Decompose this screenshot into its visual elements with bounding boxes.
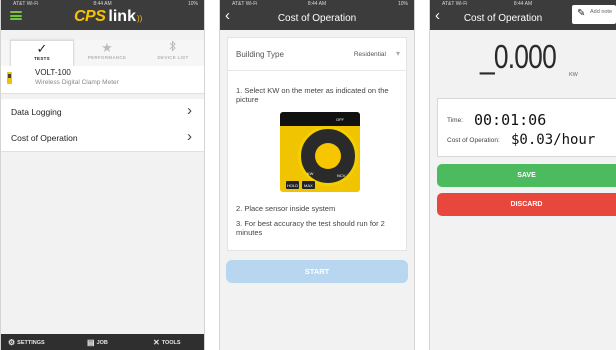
device-description: Wireless Digital Clamp Meter: [35, 79, 119, 86]
add-note-label: Add note: [590, 9, 613, 15]
page-title: Cost of Operation: [277, 13, 357, 24]
status-carrier: AT&T Wi-Fi: [232, 1, 258, 7]
meter-hold-button: HOLD: [286, 181, 299, 189]
bottom-nav-tools[interactable]: ✕ TOOLS: [153, 338, 181, 347]
status-battery: 10%: [187, 1, 198, 7]
instructions-card: Building Type Residential ▾ 1. Select KW…: [227, 37, 407, 251]
reading-value: _0.000: [480, 38, 557, 75]
app-logo: CPS link)): [74, 8, 142, 26]
menu-item-label: Cost of Operation: [11, 133, 78, 143]
chevron-right-icon: ›: [187, 102, 192, 119]
tab-tests[interactable]: ✓ TESTS: [10, 40, 74, 67]
tools-icon: ✕: [153, 338, 160, 347]
building-type-label: Building Type: [236, 50, 284, 59]
phone-screen-menu: AT&T Wi-Fi 8:44 AM 10% CPS link)) ✓ TESTS…: [0, 0, 205, 350]
navbar: AT&T Wi-Fi 8:44 AM 10% CPS link)): [1, 0, 204, 30]
bottom-nav-label: TOOLS: [161, 340, 181, 346]
power-reading: _0.000 KW: [480, 38, 578, 78]
phone-screen-cost-setup: AT&T Wi-Fi 8:44 AM 10% ‹ Cost of Operati…: [219, 0, 415, 350]
menu-item-cost-of-operation[interactable]: Cost of Operation ›: [1, 125, 204, 152]
bottom-nav-settings[interactable]: ⚙ SETTINGS: [8, 338, 45, 347]
tab-label: DEVICE LIST: [157, 55, 189, 60]
navbar: AT&T Wi-Fi 8:44 AM 10% ‹ Cost of Operati…: [220, 0, 414, 30]
navbar: AT&T Wi-Fi 8:44 AM ‹ Cost of Operation ✎…: [430, 0, 616, 30]
save-button[interactable]: SAVE: [437, 164, 616, 187]
meter-dial: KW NCV: [298, 126, 358, 186]
cost-value: $0.03/hour: [511, 132, 596, 148]
logo-signal-icon: )): [136, 14, 143, 23]
tab-performance[interactable]: ★ PERFORMANCE: [75, 40, 139, 66]
add-note-button[interactable]: ✎ Add note: [572, 5, 616, 24]
instruction-step-2: 2. Place sensor inside system: [236, 204, 336, 213]
time-value: 00:01:06: [474, 111, 547, 129]
pencil-icon: ✎: [577, 8, 586, 19]
meter-label-ncv: NCV: [337, 173, 346, 178]
tab-device-list[interactable]: DEVICE LIST: [143, 40, 203, 66]
logo-cps: CPS: [74, 8, 106, 25]
chevron-down-icon[interactable]: ▾: [396, 49, 400, 58]
gear-icon: ⚙: [8, 338, 16, 347]
meter-dial-image: OFF KW NCV HOLD MAX: [280, 112, 360, 192]
tab-label: PERFORMANCE: [87, 55, 127, 60]
building-type-select[interactable]: Residential: [354, 51, 386, 58]
meter-label-off: OFF: [336, 117, 344, 122]
time-label: Time:: [447, 117, 464, 124]
document-icon: ▤: [87, 338, 95, 347]
discard-button[interactable]: DISCARD: [437, 193, 616, 216]
tab-label: TESTS: [33, 56, 50, 61]
bottom-nav: ⚙ SETTINGS ▤ JOB ✕ TOOLS: [1, 334, 204, 350]
menu-item-label: Data Logging: [11, 107, 62, 117]
reading-unit: KW: [569, 72, 578, 78]
page-title: Cost of Operation: [463, 13, 543, 24]
device-card[interactable]: VOLT-100 Wireless Digital Clamp Meter: [1, 66, 204, 94]
status-time: 8:44 AM: [513, 1, 533, 7]
clamp-meter-icon: [7, 72, 12, 84]
phone-screen-cost-result: AT&T Wi-Fi 8:44 AM ‹ Cost of Operation ✎…: [429, 0, 616, 350]
divider: [228, 70, 406, 71]
cost-label: Cost of Operation:: [447, 137, 500, 144]
status-battery: 10%: [397, 1, 408, 7]
status-carrier: AT&T Wi-Fi: [442, 1, 468, 7]
start-button[interactable]: START: [226, 260, 408, 283]
chevron-right-icon: ›: [187, 128, 192, 145]
bottom-nav-job[interactable]: ▤ JOB: [87, 338, 108, 347]
status-carrier: AT&T Wi-Fi: [13, 1, 39, 7]
menu-item-data-logging[interactable]: Data Logging ›: [1, 99, 204, 126]
check-icon: ✓: [36, 41, 48, 56]
instruction-step-1: 1. Select KW on the meter as indicated o…: [236, 86, 389, 104]
tab-bar: ✓ TESTS ★ PERFORMANCE DEVICE LIST: [1, 40, 204, 67]
star-icon: ★: [101, 40, 113, 55]
bottom-nav-label: JOB: [96, 340, 108, 346]
device-name: VOLT-100: [35, 68, 71, 77]
meter-label-kw: KW: [307, 171, 314, 176]
status-time: 8:44 AM: [307, 1, 327, 7]
result-card: Time: 00:01:06 Cost of Operation: $0.03/…: [437, 98, 616, 157]
status-time: 8:44 AM: [93, 1, 112, 7]
bluetooth-icon: [143, 40, 203, 55]
instruction-step-3: 3. For best accuracy the test should run…: [236, 219, 385, 237]
meter-max-button: MAX: [302, 181, 315, 189]
bottom-nav-label: SETTINGS: [17, 340, 45, 346]
hamburger-menu-icon[interactable]: [10, 11, 22, 20]
logo-link: link: [108, 8, 136, 25]
